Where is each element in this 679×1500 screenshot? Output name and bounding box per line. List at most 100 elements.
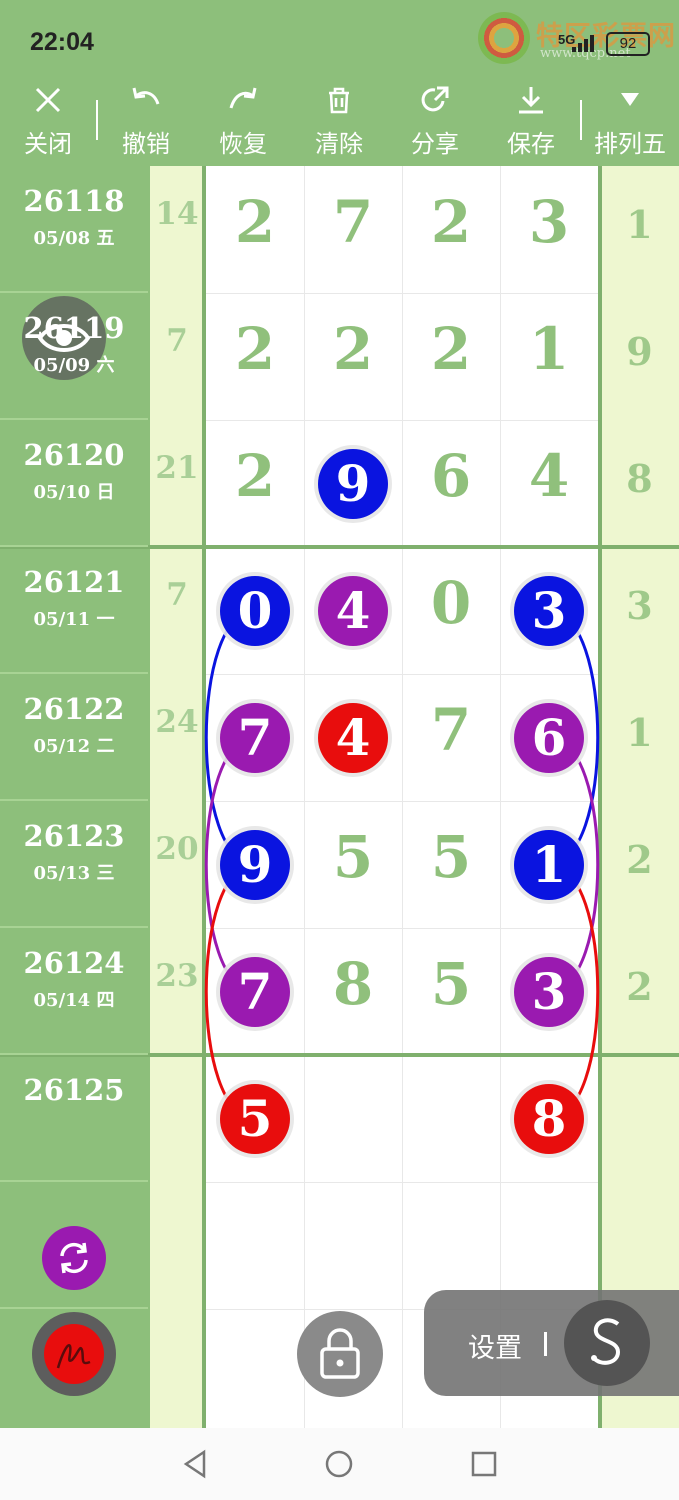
grid-line [206,1182,598,1183]
signal-icon [572,34,598,52]
extra-value: 1 [626,202,653,247]
digit-value: 3 [528,188,570,256]
lottery-type-dropdown[interactable]: 排列五 [590,78,670,166]
issue-number: 26118 [23,184,125,218]
extra-value: 8 [626,456,653,501]
digit-value: 5 [430,823,472,891]
digit-ball[interactable]: 1 [514,829,584,900]
issue-number: 26121 [23,565,125,599]
grid-line [206,674,598,675]
save-button[interactable]: 保存 [491,78,571,166]
lock-button[interactable] [297,1311,383,1397]
extra-value: 3 [626,583,653,628]
digit-ball[interactable]: 7 [220,956,290,1027]
digit-value: 2 [430,315,472,383]
sum-value: 7 [166,323,188,359]
digit-value: 2 [234,188,276,256]
share-icon [421,86,449,112]
digit-value: 2 [332,315,374,383]
lottery-type-label: 排列五 [594,130,666,158]
clock: 22:04 [30,28,94,56]
grid-line [206,928,598,929]
settings-button[interactable]: 设置 [468,1326,522,1365]
sum-value: 7 [166,577,188,613]
digit-ball[interactable]: 7 [220,702,290,773]
grid-line [206,293,598,294]
extra-value: 9 [626,329,653,374]
issue-date: 05/12 二 [33,736,115,757]
issue-number: 26119 [23,311,125,345]
toolbar: 关闭 撤销 恢复 清除 分享 保存 排列五 [0,78,679,166]
draw-pen-button[interactable] [32,1312,116,1396]
digit-value: 2 [234,442,276,510]
s-curve-icon [591,1318,621,1365]
share-label: 分享 [411,130,459,158]
refresh-button[interactable] [42,1226,106,1290]
digit-ball[interactable]: 3 [514,575,584,646]
issue-date: 05/09 六 [33,355,115,376]
redo-icon [229,87,257,109]
digit-ball[interactable]: 9 [220,829,290,900]
close-icon [35,87,61,113]
digit-value: 6 [430,442,472,510]
digit-ball[interactable]: 4 [318,702,388,773]
download-icon [519,87,543,114]
sum-value: 21 [155,450,199,486]
digit-value: 7 [332,188,374,256]
close-label: 关闭 [24,130,72,158]
redo-label: 恢复 [219,130,267,158]
triangle-down-icon [621,93,639,106]
extra-value: 2 [626,964,653,1009]
share-button[interactable]: 分享 [395,78,475,166]
s-mode-button[interactable] [564,1300,650,1386]
sum-value: 20 [155,831,199,867]
digit-ball[interactable]: 0 [220,575,290,646]
digit-ball[interactable]: 4 [318,575,388,646]
battery-icon: 92 [606,32,650,56]
digit-ball[interactable]: 5 [220,1083,290,1154]
sum-value: 23 [155,958,199,994]
issue-number: 26124 [23,946,125,980]
sum-value: 24 [155,704,199,740]
refresh-icon [60,1242,88,1274]
extra-value: 1 [626,710,653,755]
issue-number: 26123 [23,819,125,853]
undo-button[interactable]: 撤销 [106,78,186,166]
digit-value: 2 [234,315,276,383]
issue-date: 05/11 一 [33,609,115,630]
close-button[interactable]: 关闭 [8,78,88,166]
digit-value: 0 [430,569,472,637]
status-bar: 22:04 特区彩票网 www.tqcp.net 5G 92 [0,0,679,78]
digit-ball[interactable]: 8 [514,1083,584,1154]
issue-number: 26122 [23,692,125,726]
digit-ball[interactable]: 6 [514,702,584,773]
issue-number: 26120 [23,438,125,472]
settings-panel[interactable]: 设置 [424,1290,679,1396]
pen-scribble-icon [56,1343,91,1369]
digit-value: 5 [332,823,374,891]
redo-button[interactable]: 恢复 [203,78,283,166]
digit-ball[interactable]: 9 [318,448,388,519]
trash-icon [329,87,349,114]
home-icon[interactable] [319,1444,359,1484]
issue-date: 05/10 日 [33,482,115,503]
toolbar-divider [580,100,582,140]
brand-logo-icon [478,12,530,64]
lock-icon [320,1328,360,1379]
undo-label: 撤销 [122,130,170,158]
digit-value: 5 [430,950,472,1018]
digit-ball[interactable]: 3 [514,956,584,1027]
clear-label: 清除 [315,130,363,158]
toolbar-divider [96,100,98,140]
digit-value: 7 [430,696,472,764]
digit-value: 4 [528,442,570,510]
grid-line [206,420,598,421]
undo-icon [132,87,160,105]
system-nav-bar [0,1428,679,1500]
issue-date: 05/08 五 [33,228,115,249]
extra-value: 2 [626,837,653,882]
issue-date: 05/13 三 [33,863,115,884]
clear-button[interactable]: 清除 [299,78,379,166]
recents-icon[interactable] [464,1444,504,1484]
back-icon[interactable] [176,1444,216,1484]
